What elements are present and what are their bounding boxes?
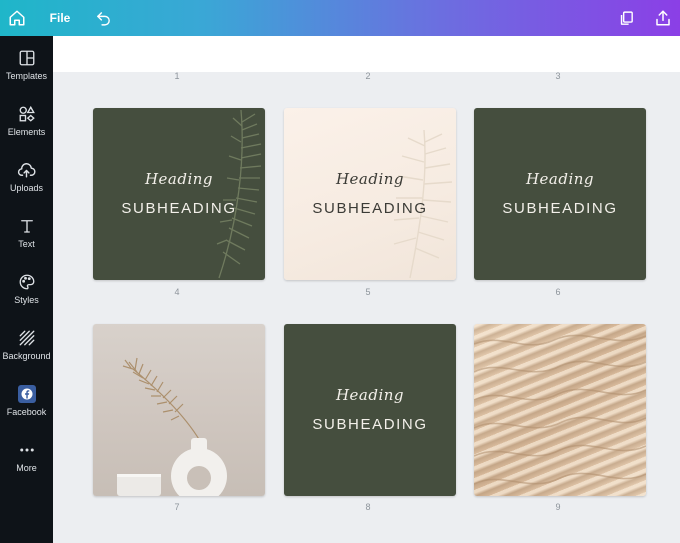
upload-cloud-icon xyxy=(17,160,37,180)
sand-ripples-photo xyxy=(474,334,646,485)
page-number: 2 xyxy=(365,71,371,81)
sidebar-item-label: More xyxy=(16,463,37,473)
pampas-vase-photo xyxy=(117,357,227,496)
sidebar-item-label: Templates xyxy=(5,71,48,81)
page-heading: Heading xyxy=(335,386,405,404)
sidebar-item-label: Text xyxy=(18,239,35,249)
page-thumbnail-6[interactable]: Heading SUBHEADING xyxy=(474,108,646,280)
page-thumbnail-7[interactable] xyxy=(93,324,265,496)
sidebar-item-styles[interactable]: Styles xyxy=(0,272,53,324)
page-thumbnail-9[interactable] xyxy=(474,324,646,496)
undo-icon xyxy=(96,11,110,26)
file-menu-button[interactable]: File xyxy=(44,0,76,36)
background-icon xyxy=(17,328,37,348)
page-heading: Heading xyxy=(144,170,214,188)
more-dots-icon xyxy=(17,440,37,460)
sidebar-item-facebook[interactable]: Facebook xyxy=(0,384,53,436)
elements-icon xyxy=(17,104,37,124)
page-number: 7 xyxy=(174,502,180,512)
page-number: 8 xyxy=(365,502,371,512)
sidebar-item-elements[interactable]: Elements xyxy=(0,104,53,156)
page-subheading: SUBHEADING xyxy=(312,200,428,217)
sidebar-item-uploads[interactable]: Uploads xyxy=(0,160,53,212)
page-thumbnail-5[interactable]: Heading SUBHEADING xyxy=(284,108,456,280)
page-number: 9 xyxy=(555,502,561,512)
top-toolbar: File xyxy=(0,0,680,36)
page-number: 4 xyxy=(174,287,180,297)
page-number: 3 xyxy=(555,71,561,81)
sidebar-item-more[interactable]: More xyxy=(0,440,53,492)
sidebar-item-label: Uploads xyxy=(9,183,44,193)
page-subheading: SUBHEADING xyxy=(502,200,618,217)
facebook-icon xyxy=(17,384,37,404)
palette-icon xyxy=(17,272,37,292)
text-icon xyxy=(17,216,37,236)
page-number: 5 xyxy=(365,287,371,297)
pages-grid-view: 1 2 3 Heading SUBHEADING 4 Heading SUBHE… xyxy=(53,36,680,543)
palm-leaf-illustration xyxy=(216,109,262,279)
page-number: 1 xyxy=(174,71,180,81)
page-thumbnail-4[interactable]: Heading SUBHEADING xyxy=(93,108,265,280)
sidebar-item-label: Elements xyxy=(7,127,46,137)
page-heading: Heading xyxy=(525,170,595,188)
page-thumbnail-8[interactable]: Heading SUBHEADING xyxy=(284,324,456,496)
duplicate-icon xyxy=(620,10,633,25)
sidebar-item-label: Background xyxy=(2,351,51,361)
page-subheading: SUBHEADING xyxy=(121,200,237,217)
sidebar-item-templates[interactable]: Templates xyxy=(0,48,53,100)
sidebar-item-background[interactable]: Background xyxy=(0,328,53,380)
share-button[interactable] xyxy=(650,0,676,36)
undo-button[interactable] xyxy=(92,0,114,36)
sidebar: Templates Elements Uploads Text Styles B… xyxy=(0,36,53,543)
home-icon xyxy=(9,10,25,26)
sidebar-item-label: Facebook xyxy=(6,407,47,417)
share-icon xyxy=(656,10,670,26)
sidebar-item-text[interactable]: Text xyxy=(0,216,53,268)
page-heading: Heading xyxy=(335,170,405,188)
sidebar-item-label: Styles xyxy=(14,295,39,305)
page-subheading: SUBHEADING xyxy=(312,416,428,433)
duplicate-button[interactable] xyxy=(614,0,638,36)
templates-icon xyxy=(17,48,37,68)
page-row-top xyxy=(53,36,680,72)
home-button[interactable] xyxy=(4,0,30,36)
page-number: 6 xyxy=(555,287,561,297)
